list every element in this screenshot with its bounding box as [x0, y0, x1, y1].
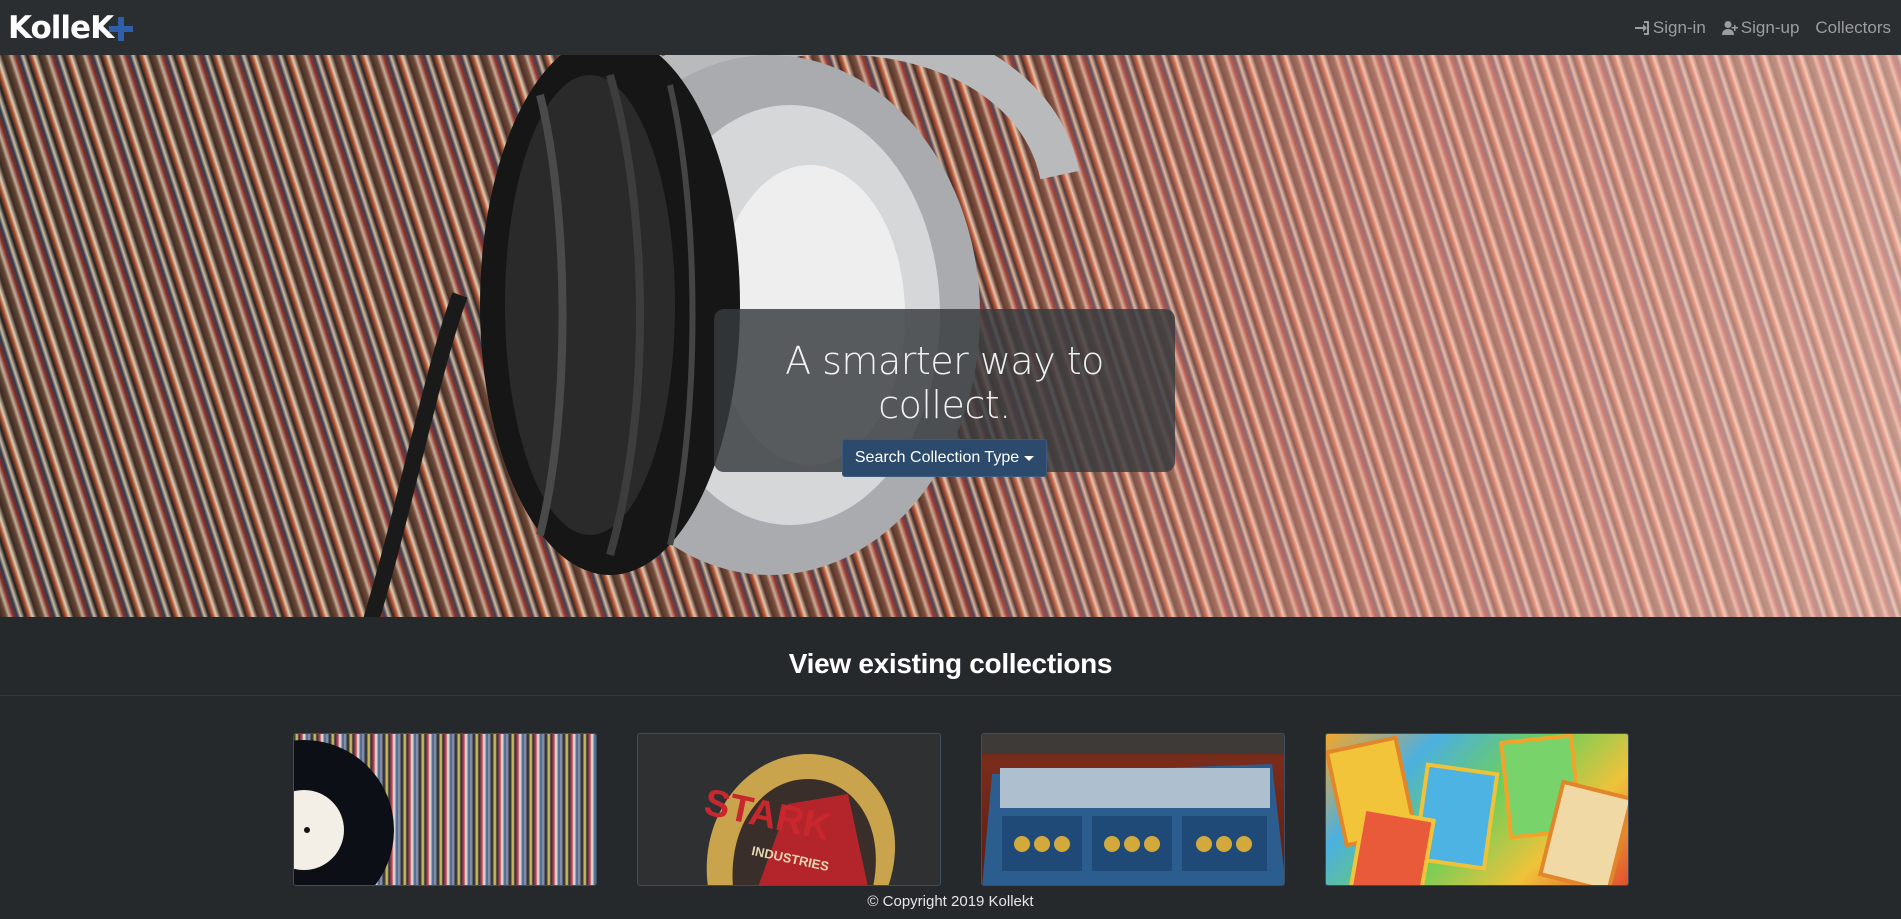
collection-card-pokemon-cards[interactable]: [1325, 733, 1629, 886]
sign-up-link[interactable]: Sign-up: [1721, 17, 1800, 38]
caret-down-icon: [1024, 455, 1035, 461]
search-collection-type-button[interactable]: Search Collection Type: [841, 439, 1048, 477]
collection-cards: STARK INDUSTRIES: [293, 733, 1629, 886]
collectors-link[interactable]: Collectors: [1815, 18, 1891, 38]
collection-card-coins[interactable]: [981, 733, 1285, 886]
stark-industries-logo: STARK INDUSTRIES: [700, 754, 896, 885]
collection-card-vinyl-records[interactable]: [293, 733, 597, 886]
collections-title: View existing collections: [788, 648, 1113, 679]
sign-in-icon: [1634, 20, 1649, 35]
sign-up-label: Sign-up: [1740, 17, 1800, 37]
sign-in-label: Sign-in: [1652, 17, 1706, 37]
vinyl-record-image: [294, 740, 394, 885]
footer-copyright: © Copyright 2019 Kollekt: [867, 893, 1034, 910]
coin-cases-image: [982, 734, 1284, 885]
hero-title: A smarter way to collect.: [785, 339, 1104, 427]
collectors-label: Collectors: [1815, 17, 1891, 37]
brand-logo[interactable]: Kolle K: [8, 9, 134, 46]
nav-links: Sign-in Sign-up Collectors: [1634, 18, 1891, 38]
collections-section: View existing collections STARK INDUSTRI…: [0, 617, 1901, 919]
collection-card-stark-industries[interactable]: STARK INDUSTRIES: [637, 733, 941, 886]
section-divider: [0, 695, 1901, 696]
hero-card: A smarter way to collect. Search Collect…: [714, 309, 1175, 477]
sign-in-link[interactable]: Sign-in: [1634, 18, 1706, 38]
top-navbar: Kolle K Sign-in Sign-up Collectors: [0, 0, 1901, 55]
search-collection-type-label: Search Collection Type: [854, 449, 1020, 466]
plus-icon: [109, 16, 134, 41]
hero-banner: A smarter way to collect. Search Collect…: [0, 55, 1901, 617]
trading-cards-image: [1326, 734, 1628, 885]
brand-text: Kolle: [8, 9, 91, 46]
user-plus-icon: [1721, 20, 1738, 35]
